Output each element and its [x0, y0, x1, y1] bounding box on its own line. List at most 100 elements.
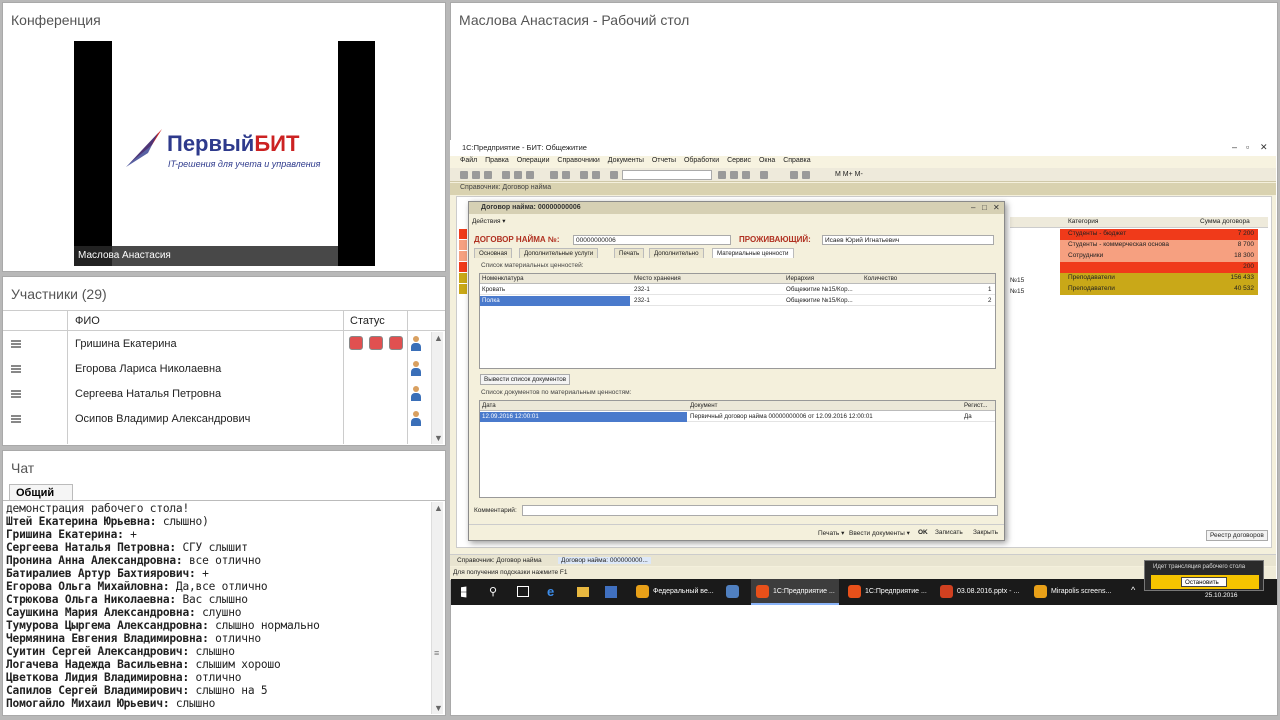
- close-icon[interactable]: ✕: [1260, 142, 1268, 153]
- print-icon[interactable]: [550, 171, 558, 179]
- drag-handle-icon[interactable]: [11, 340, 21, 348]
- task-view-icon[interactable]: [517, 586, 529, 597]
- col-date[interactable]: Дата: [482, 402, 496, 409]
- save-icon[interactable]: [484, 171, 492, 179]
- tab-print[interactable]: Печать: [614, 248, 645, 258]
- store-icon[interactable]: [605, 586, 617, 598]
- save-button[interactable]: Записать: [935, 529, 963, 536]
- tray-up-icon[interactable]: ^: [1131, 585, 1135, 595]
- table-row[interactable]: Полка 232-1 Общежитие №15/Кор... 2: [480, 296, 995, 306]
- calendar-icon[interactable]: [802, 171, 810, 179]
- memory-buttons[interactable]: М М+ М-: [835, 171, 863, 178]
- history-icon[interactable]: [742, 171, 750, 179]
- cell-hier: Общежитие №15/Кор...: [786, 286, 853, 293]
- window-tab[interactable]: Справочник: Договор найма: [454, 557, 545, 564]
- actions-menu[interactable]: Действия ▾: [472, 218, 506, 225]
- find-icon[interactable]: [610, 171, 618, 179]
- scroll-grip-icon[interactable]: ≡: [434, 648, 439, 658]
- redo-icon[interactable]: [592, 171, 600, 179]
- catalog-row[interactable]: Сотрудники 18 300: [1060, 251, 1258, 262]
- close-icon[interactable]: ✕: [993, 203, 1000, 212]
- chat-scrollbar[interactable]: ▲ ≡ ▼: [431, 502, 443, 714]
- col-nomenclature[interactable]: Номенклатура: [482, 275, 524, 282]
- maximize-icon[interactable]: ▫: [1246, 142, 1249, 152]
- col-status-header[interactable]: Статус: [350, 315, 385, 327]
- col-name-header[interactable]: ФИО: [75, 315, 100, 327]
- explorer-icon[interactable]: [577, 587, 589, 597]
- resident-field[interactable]: Исаев Юрий Игнатьевич: [822, 235, 994, 245]
- tab-main[interactable]: Основная: [474, 248, 513, 258]
- enter-documents-menu[interactable]: Ввести документы ▾: [849, 529, 910, 537]
- participant-row[interactable]: Сергеева Наталья Петровна: [3, 382, 433, 407]
- col-quantity[interactable]: Количество: [864, 275, 897, 282]
- minimize-icon[interactable]: –: [1232, 142, 1237, 152]
- open-icon[interactable]: [472, 171, 480, 179]
- refresh-icon[interactable]: [718, 171, 726, 179]
- catalog-row[interactable]: Студенты - бюджет 7 200: [1060, 229, 1258, 240]
- tab-material[interactable]: Материальные ценности: [712, 248, 794, 258]
- ok-button[interactable]: OK: [918, 529, 928, 536]
- comment-field[interactable]: [522, 505, 998, 516]
- drag-handle-icon[interactable]: [11, 415, 21, 423]
- screen-off-icon[interactable]: [389, 336, 403, 350]
- taskbar-app[interactable]: Mirapolis screens...: [1029, 579, 1117, 605]
- paste-icon[interactable]: [526, 171, 534, 179]
- edge-icon[interactable]: e: [547, 584, 554, 599]
- catalog-row[interactable]: 200: [1060, 262, 1258, 273]
- taskbar-app[interactable]: Федеральный ве...: [631, 579, 717, 605]
- catalog-row[interactable]: Преподаватели 40 532: [1060, 284, 1258, 295]
- col-category[interactable]: Категория: [1068, 218, 1098, 225]
- col-document[interactable]: Документ: [690, 402, 717, 409]
- participant-row[interactable]: Егорова Лариса Николаевна: [3, 357, 433, 382]
- copy-icon[interactable]: [514, 171, 522, 179]
- tab-general[interactable]: Общий: [9, 484, 73, 501]
- col-hierarchy[interactable]: Иерархия: [786, 275, 814, 282]
- registry-button[interactable]: Реестр договоров: [1206, 530, 1268, 541]
- tab-additional[interactable]: Дополнительно: [649, 248, 704, 258]
- scroll-down-icon[interactable]: ▼: [434, 433, 443, 443]
- taskbar-app[interactable]: 03.08.2016.pptx - ...: [935, 579, 1025, 605]
- new-icon[interactable]: [460, 171, 468, 179]
- participant-row[interactable]: Гришина Екатерина: [3, 332, 433, 357]
- tab-services[interactable]: Дополнительные услуги: [519, 248, 599, 258]
- calc-icon[interactable]: [790, 171, 798, 179]
- preview-icon[interactable]: [562, 171, 570, 179]
- search-icon[interactable]: ⚲: [489, 585, 497, 598]
- cut-icon[interactable]: [502, 171, 510, 179]
- taskbar-app[interactable]: 1С:Предприятие ...: [843, 579, 931, 605]
- participant-name: Егорова Лариса Николаевна: [75, 363, 222, 375]
- mic-off-icon[interactable]: [349, 336, 363, 350]
- app-label: 1С:Предприятие ...: [865, 588, 927, 595]
- col-storage[interactable]: Место хранения: [634, 275, 681, 282]
- help-icon[interactable]: [760, 171, 768, 179]
- print-menu[interactable]: Печать ▾: [818, 529, 844, 537]
- scroll-up-icon[interactable]: ▲: [434, 503, 443, 513]
- drag-handle-icon[interactable]: [11, 390, 21, 398]
- catalog-row[interactable]: Студенты - коммерческая основа 8 700: [1060, 240, 1258, 251]
- list-documents-button[interactable]: Вывести список документов: [480, 374, 571, 385]
- table-row[interactable]: Кровать 232-1 Общежитие №15/Кор... 1: [480, 285, 995, 295]
- catalog-row[interactable]: Преподаватели 156 433: [1060, 273, 1258, 284]
- start-icon[interactable]: [461, 586, 467, 598]
- maximize-icon[interactable]: □: [982, 203, 987, 212]
- camera-off-icon[interactable]: [369, 336, 383, 350]
- taskbar-app[interactable]: [721, 579, 747, 605]
- scroll-up-icon[interactable]: ▲: [434, 333, 443, 343]
- col-registered[interactable]: Регист...: [964, 402, 987, 409]
- window-tab[interactable]: Договор найма: 000000000...: [558, 557, 651, 564]
- scroll-down-icon[interactable]: ▼: [434, 703, 443, 713]
- drag-handle-icon[interactable]: [11, 365, 21, 373]
- app-menu[interactable]: Файл Правка Операции Справочники Докумен…: [450, 156, 1276, 168]
- sync-icon[interactable]: [730, 171, 738, 179]
- taskbar-app[interactable]: 1С:Предприятие ...: [751, 579, 839, 605]
- minimize-icon[interactable]: –: [971, 203, 975, 212]
- close-button[interactable]: Закрыть: [973, 529, 998, 536]
- participants-scrollbar[interactable]: ▲ ▼: [431, 332, 443, 444]
- stop-broadcast-button[interactable]: Остановить: [1181, 577, 1227, 587]
- table-row[interactable]: 12.09.2016 12:00:01 Первичный договор на…: [480, 412, 995, 422]
- participant-row[interactable]: Осипов Владимир Александрович: [3, 407, 433, 432]
- undo-icon[interactable]: [580, 171, 588, 179]
- search-input[interactable]: [622, 170, 712, 180]
- col-sum[interactable]: Сумма договора: [1200, 218, 1250, 225]
- contract-number-field[interactable]: 00000000006: [573, 235, 731, 245]
